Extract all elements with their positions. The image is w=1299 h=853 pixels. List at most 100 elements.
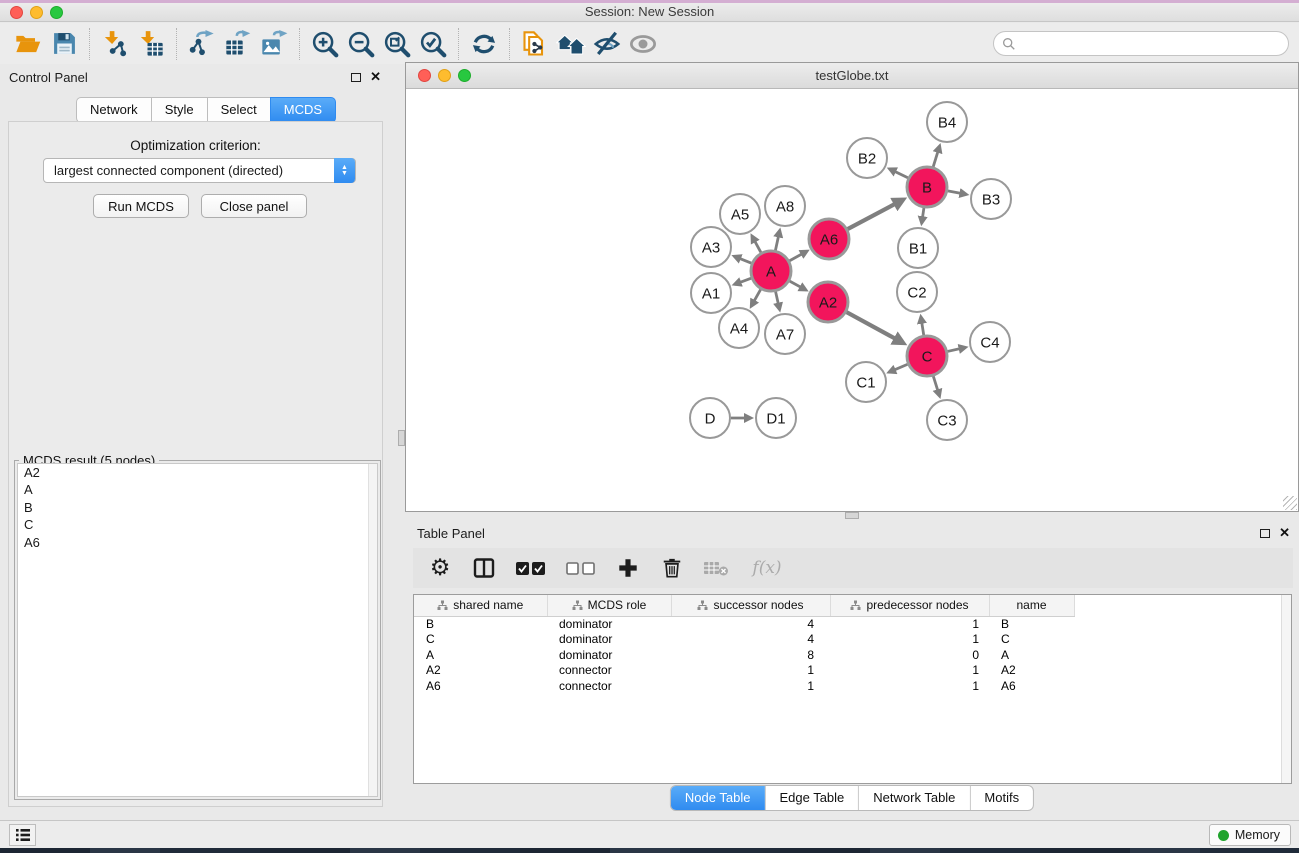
cell[interactable]: A bbox=[989, 648, 1074, 664]
table-row[interactable]: Adominator80A bbox=[414, 648, 1075, 664]
table-row[interactable]: A2connector11A2 bbox=[414, 663, 1075, 679]
cell[interactable]: A bbox=[414, 648, 547, 664]
search-field[interactable] bbox=[993, 31, 1289, 56]
cell[interactable]: 1 bbox=[830, 679, 989, 695]
resize-grip-icon[interactable] bbox=[1283, 496, 1297, 510]
cell[interactable]: A2 bbox=[989, 663, 1074, 679]
graph-edge-C-C2[interactable] bbox=[921, 317, 924, 336]
graph-edge-A-A4[interactable] bbox=[751, 289, 760, 306]
graph-edge-C-C1[interactable] bbox=[889, 364, 908, 372]
graph-edge-A-A3[interactable] bbox=[734, 256, 751, 263]
tab-mcds[interactable]: MCDS bbox=[270, 97, 336, 123]
graph-edge-B-B4[interactable] bbox=[933, 146, 939, 167]
task-history-button[interactable] bbox=[9, 824, 36, 846]
graph-node-A1[interactable]: A1 bbox=[691, 273, 731, 313]
tab-network-table[interactable]: Network Table bbox=[858, 786, 969, 810]
table-row[interactable]: Cdominator41C bbox=[414, 632, 1075, 648]
cell[interactable]: A6 bbox=[989, 679, 1074, 695]
save-session-button[interactable] bbox=[46, 26, 82, 62]
function-builder-button[interactable]: f(x) bbox=[745, 553, 789, 583]
table-scrollbar[interactable] bbox=[1281, 595, 1291, 783]
export-network-button[interactable] bbox=[184, 26, 220, 62]
graph-edge-B-B2[interactable] bbox=[890, 169, 909, 178]
delete-rows-button[interactable] bbox=[657, 553, 687, 583]
node-table[interactable]: shared nameMCDS rolesuccessor nodesprede… bbox=[413, 594, 1292, 784]
graph-node-B2[interactable]: B2 bbox=[847, 138, 887, 178]
search-input[interactable] bbox=[1016, 34, 1288, 54]
cell[interactable]: 0 bbox=[830, 648, 989, 664]
cell[interactable]: 1 bbox=[671, 679, 830, 695]
graph-node-D[interactable]: D bbox=[690, 398, 730, 438]
graph-node-A5[interactable]: A5 bbox=[720, 194, 760, 234]
network-window-titlebar[interactable]: testGlobe.txt bbox=[406, 63, 1298, 89]
graph-node-B1[interactable]: B1 bbox=[898, 228, 938, 268]
list-scrollbar[interactable] bbox=[368, 464, 377, 796]
minimize-window-button[interactable] bbox=[30, 6, 43, 19]
minimize-view-button[interactable] bbox=[438, 69, 451, 82]
graph-node-B[interactable]: B bbox=[907, 167, 947, 207]
tab-style[interactable]: Style bbox=[151, 97, 208, 123]
list-item[interactable]: A bbox=[18, 482, 377, 500]
tab-edge-table[interactable]: Edge Table bbox=[764, 786, 858, 810]
unselect-all-button[interactable] bbox=[563, 553, 599, 583]
graph-edge-C-C3[interactable] bbox=[933, 376, 939, 396]
close-view-button[interactable] bbox=[418, 69, 431, 82]
export-image-button[interactable] bbox=[256, 26, 292, 62]
cell[interactable]: A6 bbox=[414, 679, 547, 695]
cell[interactable]: C bbox=[414, 632, 547, 648]
graph-node-B3[interactable]: B3 bbox=[971, 179, 1011, 219]
graph-edge-A2-C[interactable] bbox=[846, 312, 903, 343]
cell[interactable]: 1 bbox=[830, 663, 989, 679]
add-row-button[interactable] bbox=[613, 553, 643, 583]
horizontal-splitter-handle[interactable] bbox=[845, 512, 859, 519]
graph-node-C3[interactable]: C3 bbox=[927, 400, 967, 440]
close-window-button[interactable] bbox=[10, 6, 23, 19]
graph-node-A[interactable]: A bbox=[751, 251, 791, 291]
float-panel-icon[interactable] bbox=[351, 73, 361, 82]
select-all-button[interactable] bbox=[513, 553, 549, 583]
column-header-name[interactable]: name bbox=[989, 595, 1074, 616]
zoom-selected-button[interactable] bbox=[415, 26, 451, 62]
cell[interactable]: B bbox=[414, 616, 547, 632]
show-columns-button[interactable] bbox=[469, 553, 499, 583]
cell[interactable]: dominator bbox=[547, 648, 671, 664]
tab-select[interactable]: Select bbox=[207, 97, 271, 123]
list-item[interactable]: C bbox=[18, 517, 377, 535]
cell[interactable]: 4 bbox=[671, 632, 830, 648]
graph-node-C4[interactable]: C4 bbox=[970, 322, 1010, 362]
cell[interactable]: 1 bbox=[830, 632, 989, 648]
import-table-button[interactable] bbox=[133, 26, 169, 62]
float-table-panel-icon[interactable] bbox=[1260, 529, 1270, 538]
zoom-in-button[interactable] bbox=[307, 26, 343, 62]
graph-node-B4[interactable]: B4 bbox=[927, 102, 967, 142]
list-item[interactable]: A2 bbox=[18, 464, 377, 482]
show-graphics-details-button[interactable] bbox=[625, 26, 661, 62]
graph-node-C2[interactable]: C2 bbox=[897, 272, 937, 312]
delete-table-button[interactable] bbox=[701, 553, 731, 583]
graph-edge-A-A6[interactable] bbox=[789, 251, 807, 261]
cell[interactable]: 8 bbox=[671, 648, 830, 664]
graph-edge-A-A7[interactable] bbox=[776, 291, 780, 309]
zoom-fit-button[interactable] bbox=[379, 26, 415, 62]
cell[interactable]: connector bbox=[547, 679, 671, 695]
graph-edge-A-A1[interactable] bbox=[734, 278, 751, 284]
graph-node-C1[interactable]: C1 bbox=[846, 362, 886, 402]
column-header-successor-nodes[interactable]: successor nodes bbox=[671, 595, 830, 616]
graph-node-D1[interactable]: D1 bbox=[756, 398, 796, 438]
cell[interactable]: B bbox=[989, 616, 1074, 632]
graph-edge-A-A5[interactable] bbox=[752, 236, 761, 253]
tab-motifs[interactable]: Motifs bbox=[969, 786, 1033, 810]
graph-edge-B-B1[interactable] bbox=[922, 208, 924, 223]
tab-node-table[interactable]: Node Table bbox=[671, 786, 765, 810]
import-network-button[interactable] bbox=[97, 26, 133, 62]
graph-node-A2[interactable]: A2 bbox=[808, 282, 848, 322]
graph-node-A3[interactable]: A3 bbox=[691, 227, 731, 267]
memory-button[interactable]: Memory bbox=[1209, 824, 1291, 846]
graph-edge-C-C4[interactable] bbox=[947, 347, 965, 351]
table-options-button[interactable]: ⚙ bbox=[425, 553, 455, 583]
tab-network[interactable]: Network bbox=[76, 97, 152, 123]
zoom-out-button[interactable] bbox=[343, 26, 379, 62]
cell[interactable]: connector bbox=[547, 663, 671, 679]
zoom-view-button[interactable] bbox=[458, 69, 471, 82]
graph-edge-A-A8[interactable] bbox=[775, 230, 779, 250]
